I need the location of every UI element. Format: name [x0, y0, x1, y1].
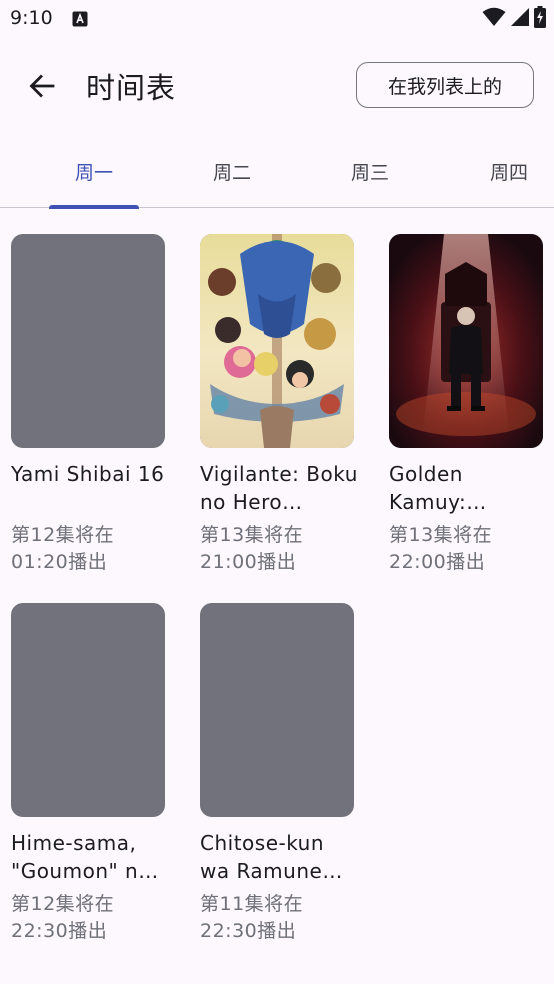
show-title: Vigilante: Boku no Hero Academia Illegal…	[200, 462, 358, 514]
airing-info: 第11集将在22:30播出	[200, 893, 304, 942]
tab-monday[interactable]: 周一	[25, 140, 163, 206]
arrow-back-icon	[28, 72, 56, 104]
airing-info: 第12集将在01:20播出	[11, 524, 115, 573]
poster-placeholder	[11, 234, 165, 448]
page-title: 时间表	[86, 71, 177, 105]
show-title: Chitose-kun wa Ramune Bin no Naka	[200, 831, 325, 883]
show-card[interactable]: Chitose-kun wa Ramune Bin no Naka 第11集将在…	[200, 603, 360, 945]
show-title: Hime-sama, "Goumon" no Jikan desu	[11, 831, 151, 883]
tab-wednesday[interactable]: 周三	[301, 140, 439, 206]
day-tabs: 周一 周二 周三 周四	[0, 140, 554, 209]
top-app-bar: 时间表 在我列表上的	[0, 56, 554, 120]
status-icons	[482, 6, 546, 32]
airing-info: 第12集将在22:30播出	[11, 893, 115, 942]
show-card[interactable]: Yami Shibai 16 第12集将在01:20播出	[11, 234, 171, 576]
show-title: Yami Shibai 16	[11, 462, 165, 486]
show-card[interactable]: Vigilante: Boku no Hero Academia Illegal…	[200, 234, 360, 576]
tab-thursday[interactable]: 周四	[440, 140, 554, 206]
poster-image	[200, 234, 354, 448]
poster-image	[389, 234, 543, 448]
on-my-list-button[interactable]: 在我列表上的	[356, 62, 534, 108]
signal-icon	[510, 7, 530, 31]
tab-indicator	[49, 204, 139, 209]
back-button[interactable]	[18, 64, 66, 112]
poster-placeholder	[200, 603, 354, 817]
wifi-icon	[482, 7, 506, 31]
show-card[interactable]: Hime-sama, "Goumon" no Jikan desu 第12集将在…	[11, 603, 171, 945]
show-title: Golden Kamuy: Saishuushou	[389, 462, 467, 514]
poster-placeholder	[11, 603, 165, 817]
airing-info: 第13集将在21:00播出	[200, 524, 304, 573]
show-card[interactable]: Golden Kamuy: Saishuushou 第13集将在22:00播出	[389, 234, 549, 576]
airing-info: 第13集将在22:00播出	[389, 524, 493, 573]
tab-tuesday[interactable]: 周二	[163, 140, 301, 206]
battery-charging-icon	[534, 6, 546, 32]
status-bar: 9:10	[0, 0, 554, 40]
status-time: 9:10	[10, 7, 53, 29]
a-letter-icon	[72, 11, 88, 27]
